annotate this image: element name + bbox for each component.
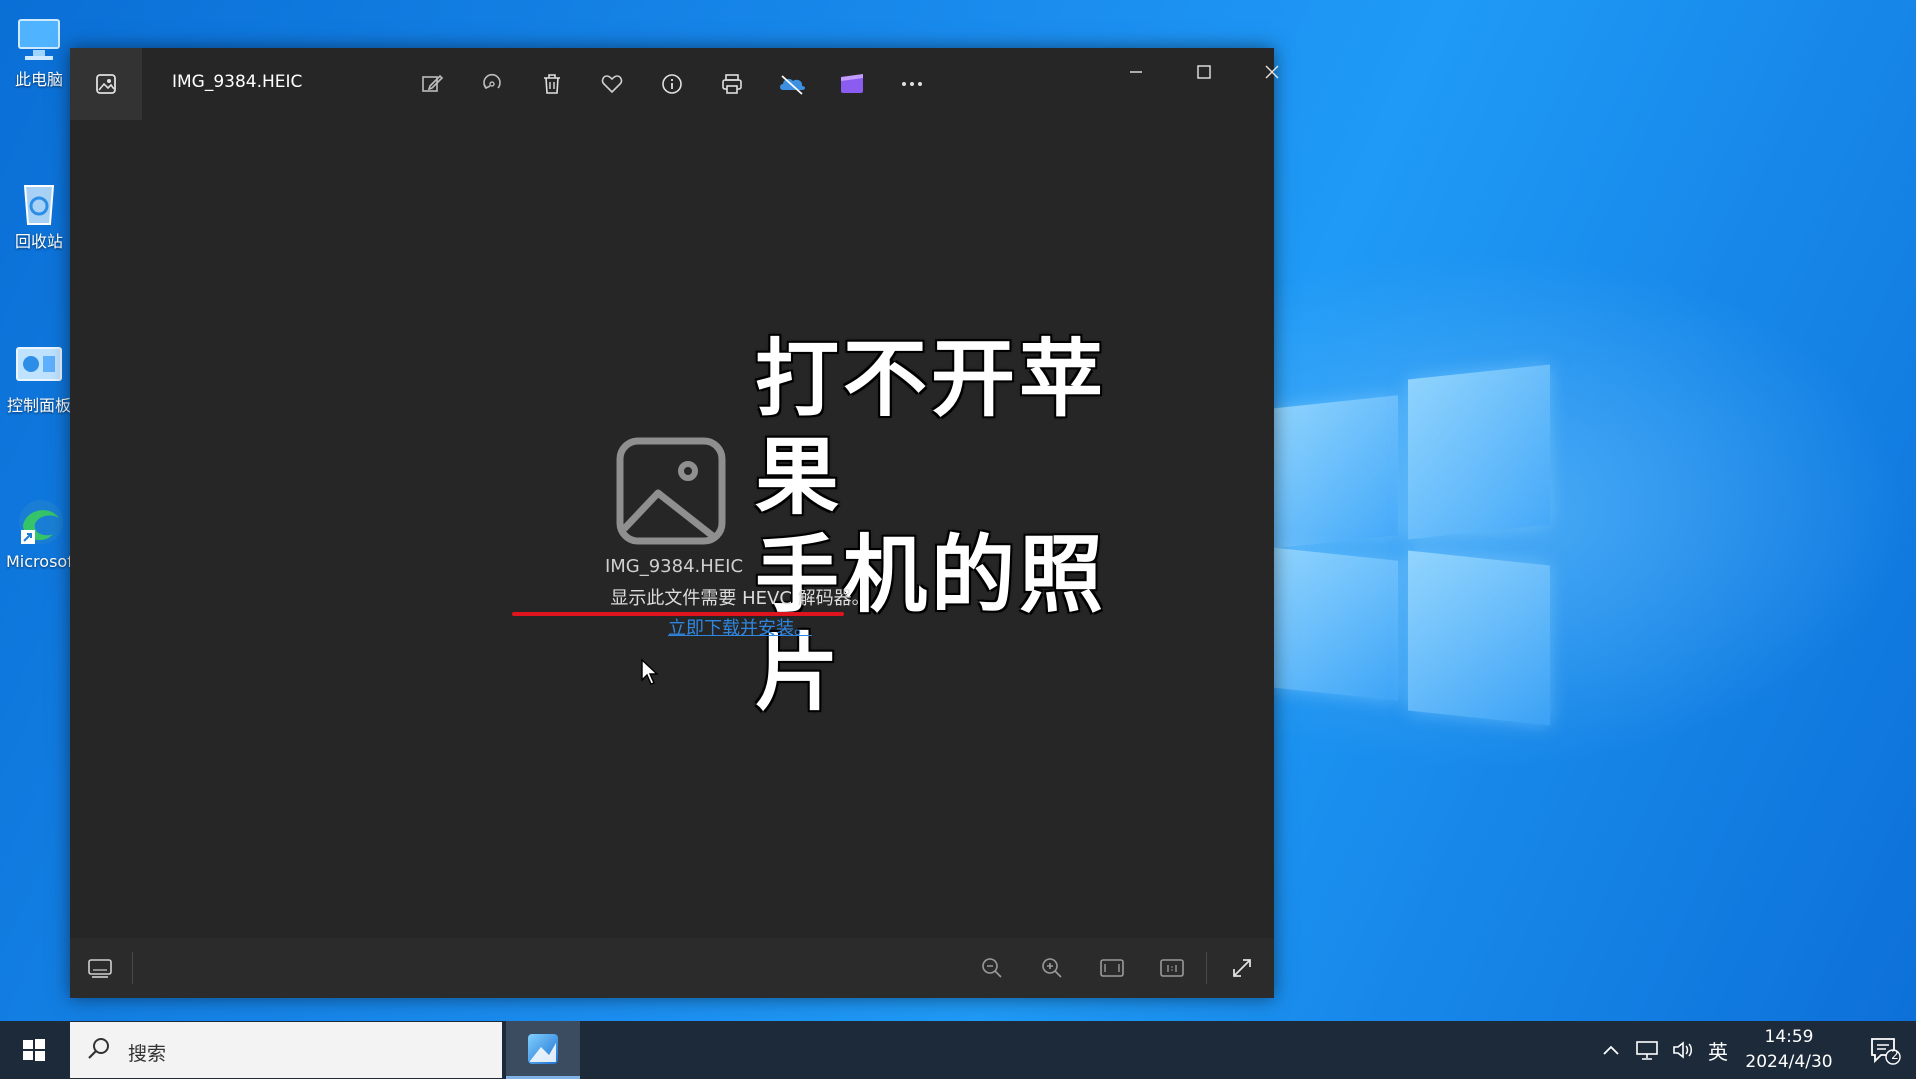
input-method-label: 英 (1708, 1039, 1728, 1064)
taskbar-clock[interactable]: 14:59 2024/4/30 (1734, 1025, 1844, 1075)
toolbar (410, 62, 934, 106)
desktop-icon-label: 此电脑 (14, 70, 63, 89)
show-hidden-icons[interactable] (1596, 1021, 1626, 1079)
download-install-link[interactable]: 立即下载并安装。 (70, 614, 1410, 640)
start-button[interactable] (0, 1021, 68, 1079)
action-center-button[interactable]: 2 (1858, 1021, 1912, 1079)
chevron-up-icon (1603, 1045, 1619, 1055)
recycle-bin-icon (13, 176, 65, 228)
desktop-icon-label: 控制面板 (6, 396, 71, 415)
filmstrip-icon[interactable] (78, 946, 122, 990)
desktop-icon-label: 回收站 (14, 232, 63, 251)
info-icon[interactable] (650, 62, 694, 106)
more-icon[interactable] (890, 62, 934, 106)
image-viewer-area: 打不开苹果 手机的照片 IMG_9384.HEIC 显示此文件需要 HEVC 解… (70, 120, 1274, 938)
mouse-cursor-icon (640, 658, 660, 690)
image-placeholder-icon (616, 437, 726, 549)
overlay-caption: 打不开苹果 手机的照片 (755, 330, 1175, 722)
overlay-caption-line: 打不开苹果 (755, 330, 1108, 526)
onedrive-icon[interactable] (770, 62, 814, 106)
taskbar-search-box[interactable]: 搜索 (70, 1022, 502, 1078)
delete-icon[interactable] (530, 62, 574, 106)
zoom-out-icon[interactable] (970, 946, 1014, 990)
taskbar: 搜索 英 14:59 2024/4/30 2 (0, 1021, 1916, 1079)
clock-date: 2024/4/30 (1745, 1052, 1833, 1072)
actual-size-icon[interactable] (1150, 946, 1194, 990)
separator (1206, 952, 1207, 984)
windows-logo-wallpaper (1270, 362, 1550, 726)
codec-required-message: 显示此文件需要 HEVC 解码器。 (610, 588, 870, 609)
zoom-in-icon[interactable] (1030, 946, 1074, 990)
title-bar: IMG_9384.HEIC (70, 48, 1279, 120)
file-name-label: IMG_9384.HEIC (604, 556, 744, 577)
input-method-indicator[interactable]: 英 (1702, 1021, 1734, 1079)
windows-start-icon (23, 1039, 45, 1061)
desktop-icon-label: Microsoft Edge (6, 552, 72, 571)
volume-icon[interactable] (1666, 1021, 1700, 1079)
search-placeholder: 搜索 (128, 1043, 167, 1065)
video-editor-icon[interactable] (830, 62, 874, 106)
control-panel-icon (13, 340, 65, 392)
photos-window: IMG_9384.HEIC 打不开苹果 手机的照片 IMG_9384.HEIC … (70, 48, 1279, 998)
clock-time: 14:59 (1764, 1027, 1814, 1047)
fullscreen-icon[interactable] (1220, 946, 1264, 990)
close-icon[interactable] (1238, 48, 1306, 96)
edit-icon[interactable] (410, 62, 454, 106)
desktop-icon-control-panel[interactable]: 控制面板 (6, 340, 72, 416)
bottom-toolbar (70, 938, 1274, 998)
rotate-icon[interactable] (470, 62, 514, 106)
maximize-icon[interactable] (1170, 48, 1238, 96)
computer-icon (13, 14, 65, 66)
search-icon (88, 1038, 109, 1059)
window-title: IMG_9384.HEIC (172, 72, 303, 92)
desktop-icon-this-pc[interactable]: 此电脑 (6, 14, 72, 90)
minimize-icon[interactable] (1102, 48, 1170, 96)
photos-app-icon[interactable] (70, 48, 142, 120)
desktop-icon-recycle-bin[interactable]: 回收站 (6, 176, 72, 252)
favorite-icon[interactable] (590, 62, 634, 106)
taskbar-photos-app[interactable] (506, 1021, 580, 1079)
edge-icon (13, 496, 65, 548)
print-icon[interactable] (710, 62, 754, 106)
photos-app-icon (528, 1033, 558, 1064)
network-icon[interactable] (1630, 1021, 1664, 1079)
notification-badge: 2 (1891, 1048, 1899, 1062)
desktop-icon-edge[interactable]: Microsoft Edge (6, 496, 72, 572)
fit-icon[interactable] (1090, 946, 1134, 990)
separator (132, 952, 133, 984)
